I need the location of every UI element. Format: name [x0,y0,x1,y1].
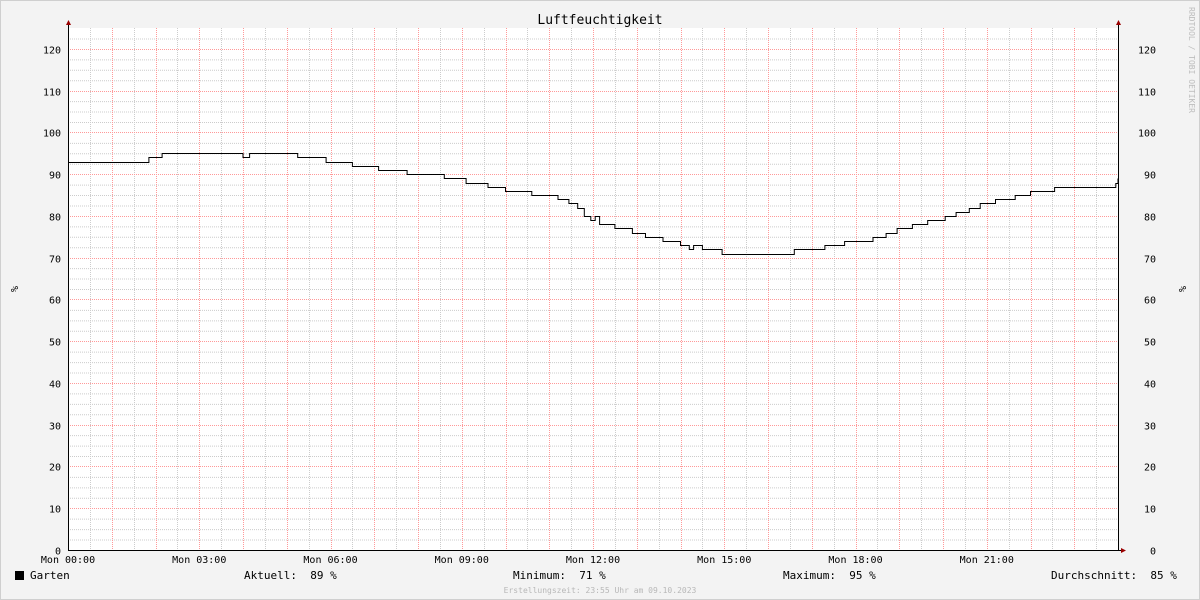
x-tick-label: Mon 12:00 [566,555,620,566]
x-tick-label: Mon 09:00 [435,555,489,566]
x-tick-label: Mon 00:00 [41,555,95,566]
y-tick-label-right: 70 [1144,255,1156,266]
y-tick-label-left: 40 [49,380,61,391]
legend-swatch [15,571,24,580]
y-tick-labels-left: 0102030405060708090100110120 [43,46,61,558]
y-tick-label-right: 100 [1138,129,1156,140]
y-tick-label-left: 120 [43,46,61,57]
x-tick-label: Mon 18:00 [828,555,882,566]
y-tick-label-left: 30 [49,422,61,433]
x-axis-arrow [1121,548,1126,553]
legend-series: Garten [15,569,70,582]
minimum-value: 71 % [579,569,606,582]
creation-time-footer: Erstellungszeit: 23:55 Uhr am 09.10.2023 [503,586,697,595]
y-tick-label-right: 10 [1144,505,1156,516]
y-tick-label-left: 20 [49,463,61,474]
y-tick-label-right: 110 [1138,88,1156,99]
y-axis-label-right: % [1176,286,1187,292]
maximum-label: Maximum: [783,569,836,582]
y-tick-label-right: 0 [1150,547,1156,558]
y-tick-label-right: 30 [1144,422,1156,433]
y-tick-label-left: 100 [43,129,61,140]
legend-minimum: Minimum: 71 % [513,569,606,582]
graph-window: 0 10 20 30 40 50 60 70 80 90 100 110 120 0 10 20 30 40 50… [0,0,1200,600]
y-tick-label-left: 70 [49,255,61,266]
x-tick-label: Mon 21:00 [960,555,1014,566]
x-tick-label: Mon 15:00 [697,555,751,566]
avg-label: Durchschnitt: [1051,569,1138,582]
rrdtool-watermark: RRDTOOL / TOBI OETIKER [1187,7,1196,113]
chart-title: Luftfeuchtigkeit [537,13,662,28]
maximum-value: 95 % [849,569,876,582]
y-tick-label-right: 80 [1144,213,1156,224]
x-tick-labels: Mon 00:00 Mon 03:00 Mon 06:00 Mon 09:00 Mon … [41,555,1014,566]
x-tick-label: Mon 06:00 [303,555,357,566]
aktuell-label: Aktuell: [244,569,297,582]
y-tick-label-right: 50 [1144,338,1156,349]
legend-series-name: Garten [30,569,70,582]
legend-durchschnitt: Durchschnitt: 85 % [1051,569,1177,582]
y-axis-label-left: % [8,286,19,292]
y-tick-label-right: 120 [1138,46,1156,57]
y-axis-arrow-left [66,20,71,25]
x-tick-label: Mon 03:00 [172,555,226,566]
y-tick-label-right: 90 [1144,171,1156,182]
y-tick-label-right: 20 [1144,463,1156,474]
y-tick-label-right: 60 [1144,296,1156,307]
y-tick-label-left: 80 [49,213,61,224]
aktuell-value: 89 % [310,569,337,582]
legend-aktuell: Aktuell: 89 % [244,569,337,582]
y-axis-arrow-right [1116,20,1121,25]
y-tick-label-left: 110 [43,88,61,99]
y-tick-label-left: 50 [49,338,61,349]
humidity-chart: 0 10 20 30 40 50 60 70 80 90 100 110 120 0 10 20 30 40 50… [8,7,1196,566]
minimum-label: Minimum: [513,569,566,582]
avg-value: 85 % [1150,569,1177,582]
y-tick-labels-right: 0 10 20 30 40 50 60 70 80 90 100 110 120 [1138,46,1156,558]
legend-maximum: Maximum: 95 % [783,569,876,582]
y-tick-label-right: 40 [1144,380,1156,391]
y-tick-label-left: 60 [49,296,61,307]
y-tick-label-left: 90 [49,171,61,182]
y-tick-label-left: 10 [49,505,61,516]
